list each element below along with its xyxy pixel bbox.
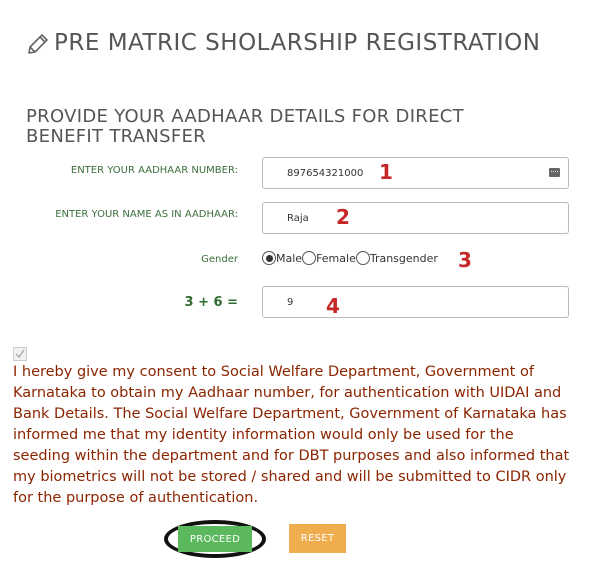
aadhaar-number-input[interactable] — [262, 157, 569, 189]
page-title: PRE MATRIC SHOLARSHIP REGISTRATION — [54, 30, 541, 56]
consent-checkbox[interactable] — [13, 347, 27, 361]
annotation-marker-2: 2 — [336, 205, 350, 229]
consent-text: I hereby give my consent to Social Welfa… — [13, 364, 570, 506]
gender-option-female-label: Female — [316, 251, 356, 265]
gender-option-transgender[interactable]: Transgender — [355, 251, 438, 265]
pencil-icon — [28, 34, 48, 54]
section-title: PROVIDE YOUR AADHAAR DETAILS FOR DIRECT … — [26, 106, 464, 147]
annotation-marker-3: 3 — [458, 248, 472, 272]
gender-option-transgender-label: Transgender — [369, 251, 438, 265]
annotation-marker-1: 1 — [379, 160, 393, 184]
gender-option-male-label: Male — [276, 251, 303, 265]
checkmark-icon — [15, 349, 25, 359]
gender-label: Gender — [201, 254, 238, 265]
proceed-button[interactable]: PROCEED — [178, 526, 252, 552]
name-label: ENTER YOUR NAME AS IN AADHAAR: — [55, 209, 238, 220]
reset-button[interactable]: RESET — [289, 524, 346, 553]
captcha-question: 3 + 6 = — [184, 295, 238, 310]
gender-option-female[interactable]: Female — [302, 251, 356, 265]
gender-radio-group: Male Female Transgender — [262, 251, 438, 265]
card-icon — [549, 168, 560, 177]
annotation-marker-4: 4 — [326, 294, 340, 318]
page-header: PRE MATRIC SHOLARSHIP REGISTRATION — [26, 30, 541, 56]
proceed-highlight-ring: PROCEED — [164, 520, 266, 558]
gender-option-male[interactable]: Male — [262, 251, 302, 265]
aadhaar-number-label: ENTER YOUR AADHAAR NUMBER: — [70, 165, 238, 176]
captcha-answer-input[interactable] — [262, 286, 569, 318]
radio-female[interactable] — [302, 251, 317, 265]
name-input[interactable] — [262, 202, 569, 234]
radio-male[interactable] — [262, 251, 276, 265]
radio-transgender[interactable] — [355, 251, 370, 265]
